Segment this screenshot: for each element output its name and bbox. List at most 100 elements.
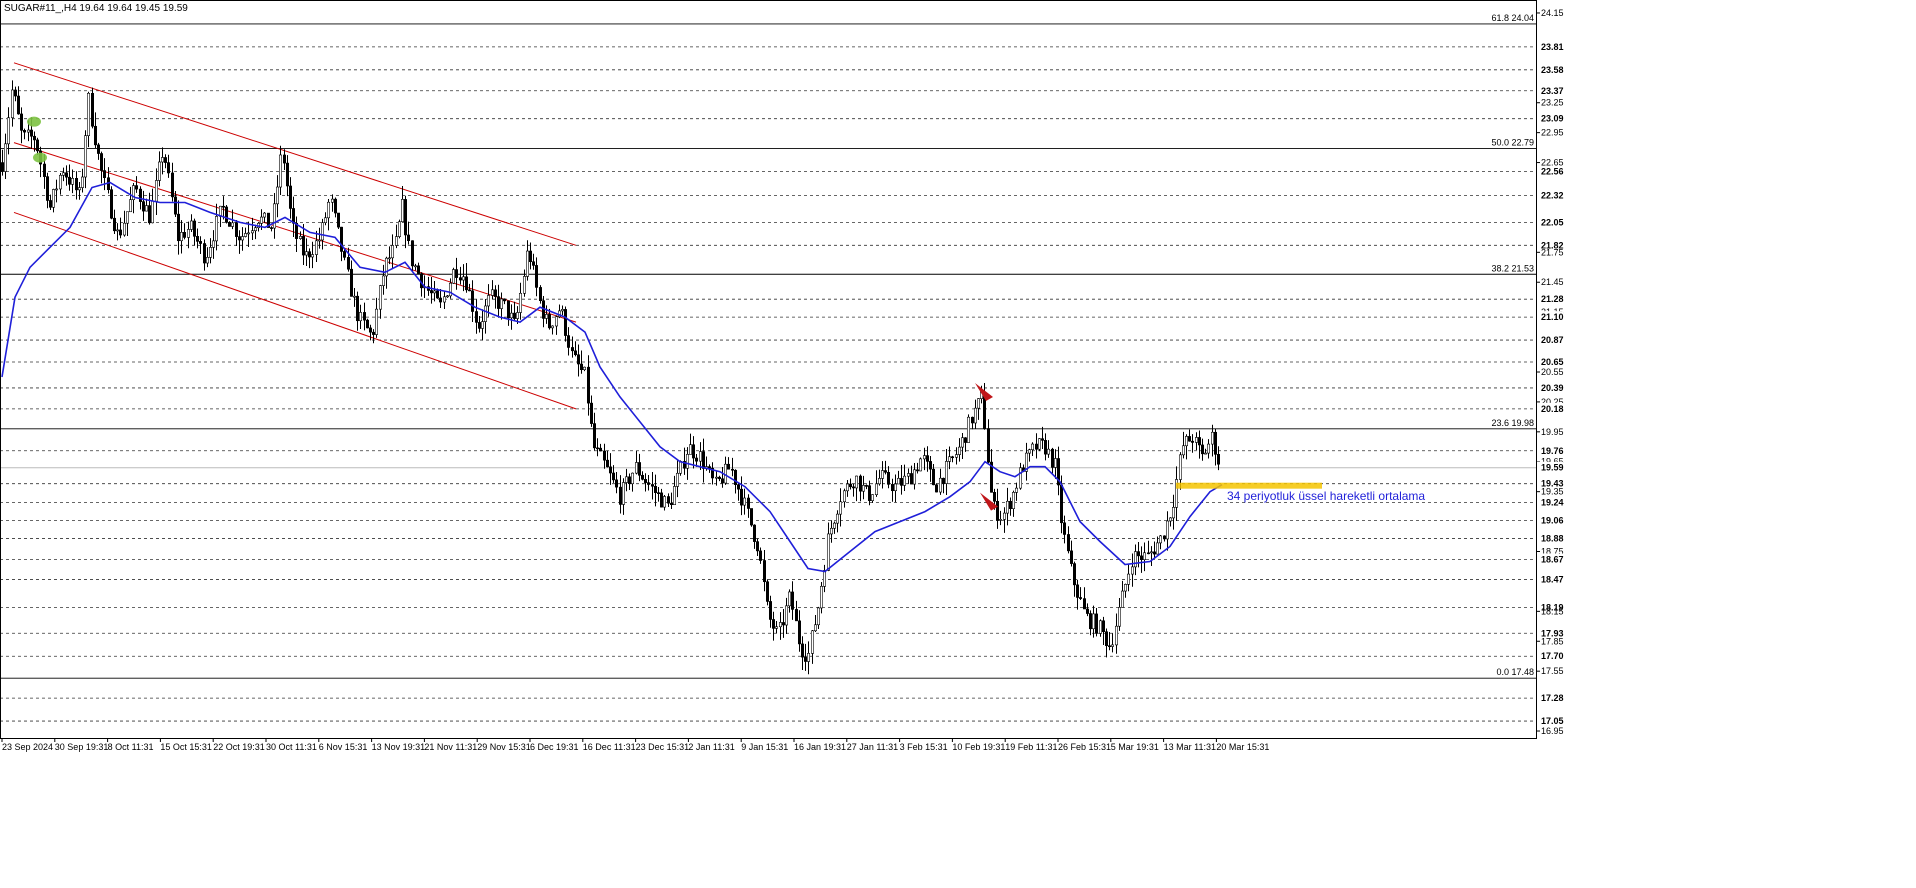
candle-body-177 [566,335,570,348]
candle-body-113 [362,312,366,321]
candle-body-101 [323,217,327,223]
candle-body-159 [509,312,513,319]
price-chart[interactable]: 61.8 24.04 50.0 22.79 38.2 21.53 23.6 19.98… [0,0,1916,888]
candle-body-176 [563,309,567,336]
candle-body-291 [931,468,935,486]
candle-body-4 [14,89,18,97]
fib-label-3: 23.6 19.98 [1491,418,1534,428]
candle-body-373 [1195,437,1199,443]
candle-body-135 [432,290,436,294]
candle-body-64 [206,257,210,264]
candle-body-111 [355,295,359,322]
candle-body-105 [336,212,340,228]
y-tick-label-24: 19.76 [1541,446,1564,456]
candle-body-18 [58,174,62,190]
candle-body-263 [842,490,846,503]
candle-body-203 [650,484,654,487]
candle-body-308 [986,428,990,463]
candle-body-341 [1092,613,1096,630]
candle-body-218 [698,451,702,462]
candle-body-181 [579,363,583,371]
candle-body-364 [1166,520,1170,540]
candle-body-161 [515,312,519,319]
candle-body-96 [307,251,311,258]
candle-body-325 [1041,438,1045,441]
candle-body-243 [778,622,782,628]
candle-body-231 [739,488,743,506]
candle-body-204 [653,485,657,493]
candle-body-130 [416,265,420,274]
candle-body-238 [762,560,766,583]
x-tick-label-12: 23 Dec 15:31 [636,742,690,752]
candle-body-155 [496,296,500,309]
candle-body-104 [333,198,337,214]
candle-body-102 [326,201,330,219]
candle-body-344 [1102,620,1106,633]
x-tick-label-20: 26 Feb 15:31 [1058,742,1111,752]
candle-body-276 [883,470,887,473]
candle-body-0 [0,162,5,172]
candle-body-235 [752,524,756,542]
ema-annotation: 34 periyotluk üssel hareketli ortalama [1227,489,1425,503]
candle-body-185 [592,423,596,449]
candle-body-117 [374,308,378,335]
candle-body-99 [317,239,321,242]
candle-body-153 [490,289,494,296]
candle-body-20 [65,172,69,178]
candle-body-19 [61,172,65,176]
candle-body-191 [611,472,615,481]
candle-body-336 [1076,584,1080,598]
candle-body-164 [525,250,529,277]
candle-body-189 [605,459,609,468]
candle-body-15 [48,200,52,208]
candle-body-354 [1134,551,1138,568]
candle-body-85 [272,203,276,229]
candle-body-267 [854,475,858,489]
candle-body-72 [231,222,235,227]
candle-body-125 [400,199,404,223]
candle-body-295 [944,461,948,484]
x-tick-label-14: 9 Jan 15:31 [741,742,788,752]
candle-body-260 [832,522,836,529]
y-tick-label-19: 20.55 [1541,367,1564,377]
candle-body-34 [110,189,114,219]
y-tick-label-17: 20.87 [1541,335,1564,345]
x-tick-label-21: 5 Mar 19:31 [1111,742,1159,752]
candle-body-254 [813,624,817,632]
y-tick-label-28: 19.35 [1541,487,1564,497]
candle-body-300 [960,437,964,448]
candle-body-264 [845,483,849,492]
candle-body-212 [678,461,682,474]
candle-body-137 [438,297,442,303]
candle-body-339 [1086,608,1090,614]
candle-body-54 [174,196,178,215]
candle-body-76 [244,233,248,237]
candle-body-312 [998,519,1002,521]
candle-body-167 [534,265,538,288]
candle-body-55 [177,213,181,242]
candle-body-288 [922,455,926,460]
candle-body-294 [941,477,945,484]
candle-body-103 [330,198,334,203]
candle-body-311 [995,500,999,521]
candle-body-233 [746,497,750,509]
x-tick-label-1: 30 Sep 19:31 [55,742,109,752]
candle-body-21 [68,176,72,185]
y-tick-label-16: 21.10 [1541,312,1564,322]
candle-body-58 [187,229,191,238]
candle-body-198 [634,462,638,474]
candle-body-242 [774,626,778,629]
y-tick-label-20: 20.39 [1541,383,1564,393]
candle-body-361 [1156,542,1160,555]
candle-body-38 [123,222,127,236]
candle-body-95 [304,251,308,256]
y-tick-label-34: 18.47 [1541,574,1564,584]
x-tick-label-4: 22 Oct 19:31 [213,742,265,752]
x-tick-label-5: 30 Oct 11:31 [266,742,317,752]
x-tick-label-11: 16 Dec 11:31 [583,742,636,752]
candle-body-298 [954,454,958,458]
candle-body-46 [148,205,152,224]
x-tick-label-19: 19 Feb 11:31 [1005,742,1057,752]
candle-body-67 [215,216,219,242]
candle-body-256 [819,586,823,609]
